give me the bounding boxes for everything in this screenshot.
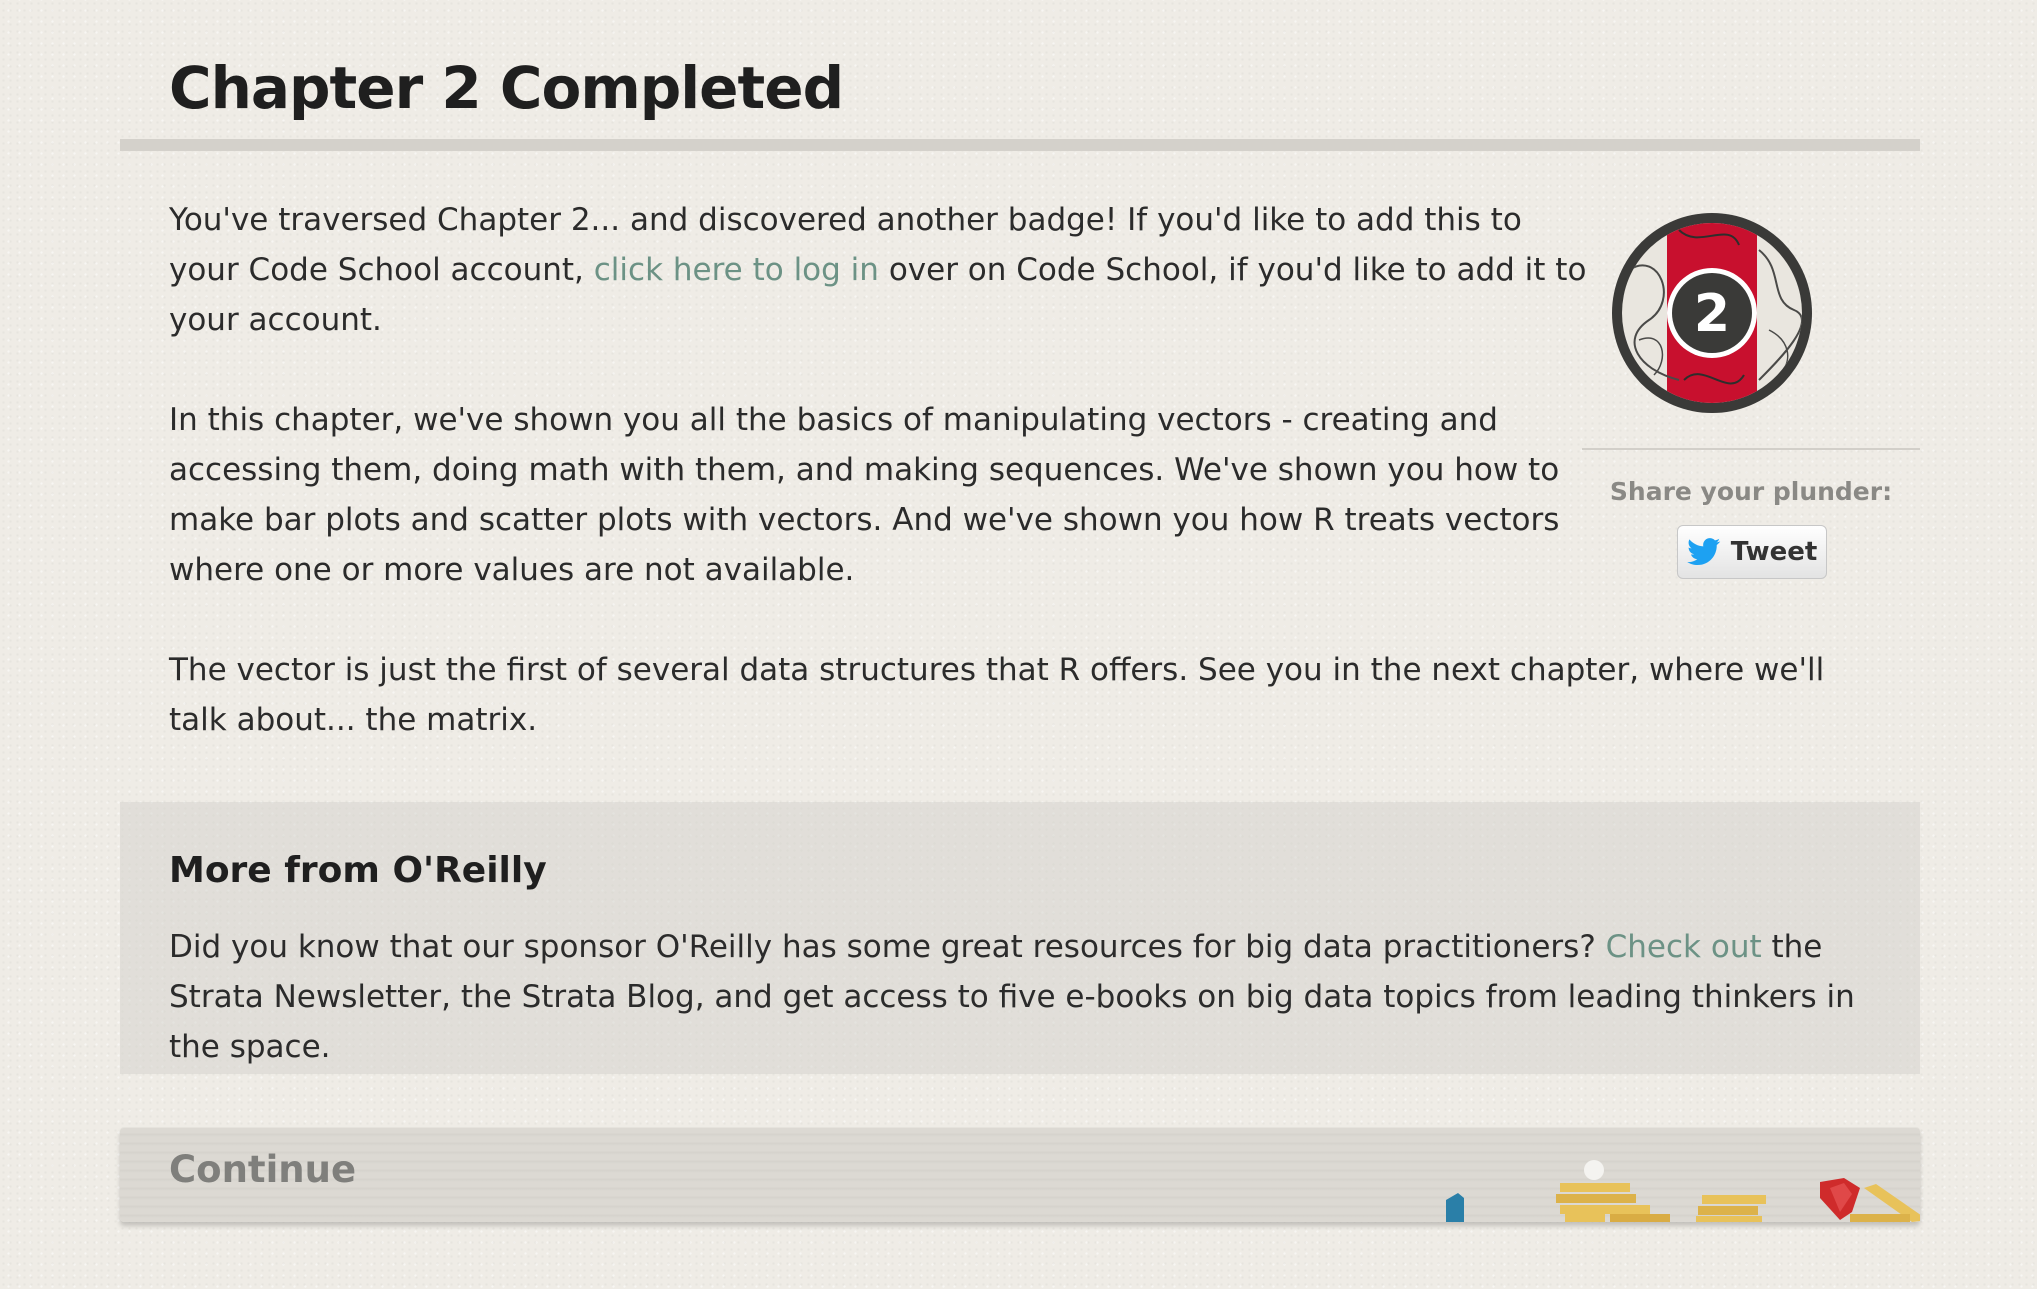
- paragraph-next-chapter: The vector is just the first of several …: [169, 652, 1825, 738]
- twitter-bird-icon: [1686, 538, 1720, 566]
- chapter-badge-icon: 2: [1612, 213, 1812, 413]
- check-out-link[interactable]: Check out: [1606, 929, 1762, 965]
- continue-button[interactable]: Continue: [120, 1127, 1920, 1222]
- promo-text: Did you know that our sponsor O'Reilly h…: [169, 922, 1889, 1072]
- chapter-summary: You've traversed Chapter 2... and discov…: [169, 195, 1824, 795]
- oreilly-promo-panel: More from O'Reilly Did you know that our…: [120, 802, 1920, 1074]
- promo-heading: More from O'Reilly: [169, 850, 547, 891]
- continue-label: Continue: [169, 1148, 357, 1191]
- tweet-button[interactable]: Tweet: [1677, 525, 1827, 579]
- tweet-label: Tweet: [1730, 537, 1818, 567]
- sidebar-divider: [1582, 448, 1920, 450]
- paragraph-chapter-recap: In this chapter, we've shown you all the…: [169, 402, 1560, 588]
- page-title: Chapter 2 Completed: [169, 54, 844, 122]
- treasure-pile-icon: [1446, 1160, 1920, 1222]
- share-label: Share your plunder:: [1609, 477, 1893, 506]
- promo-text-start: Did you know that our sponsor O'Reilly h…: [169, 929, 1596, 965]
- paragraph-badge: You've traversed Chapter 2... and discov…: [169, 195, 1589, 345]
- login-link[interactable]: click here to log in: [594, 252, 879, 288]
- badge-number: 2: [1694, 284, 1730, 344]
- title-divider: [120, 139, 1920, 151]
